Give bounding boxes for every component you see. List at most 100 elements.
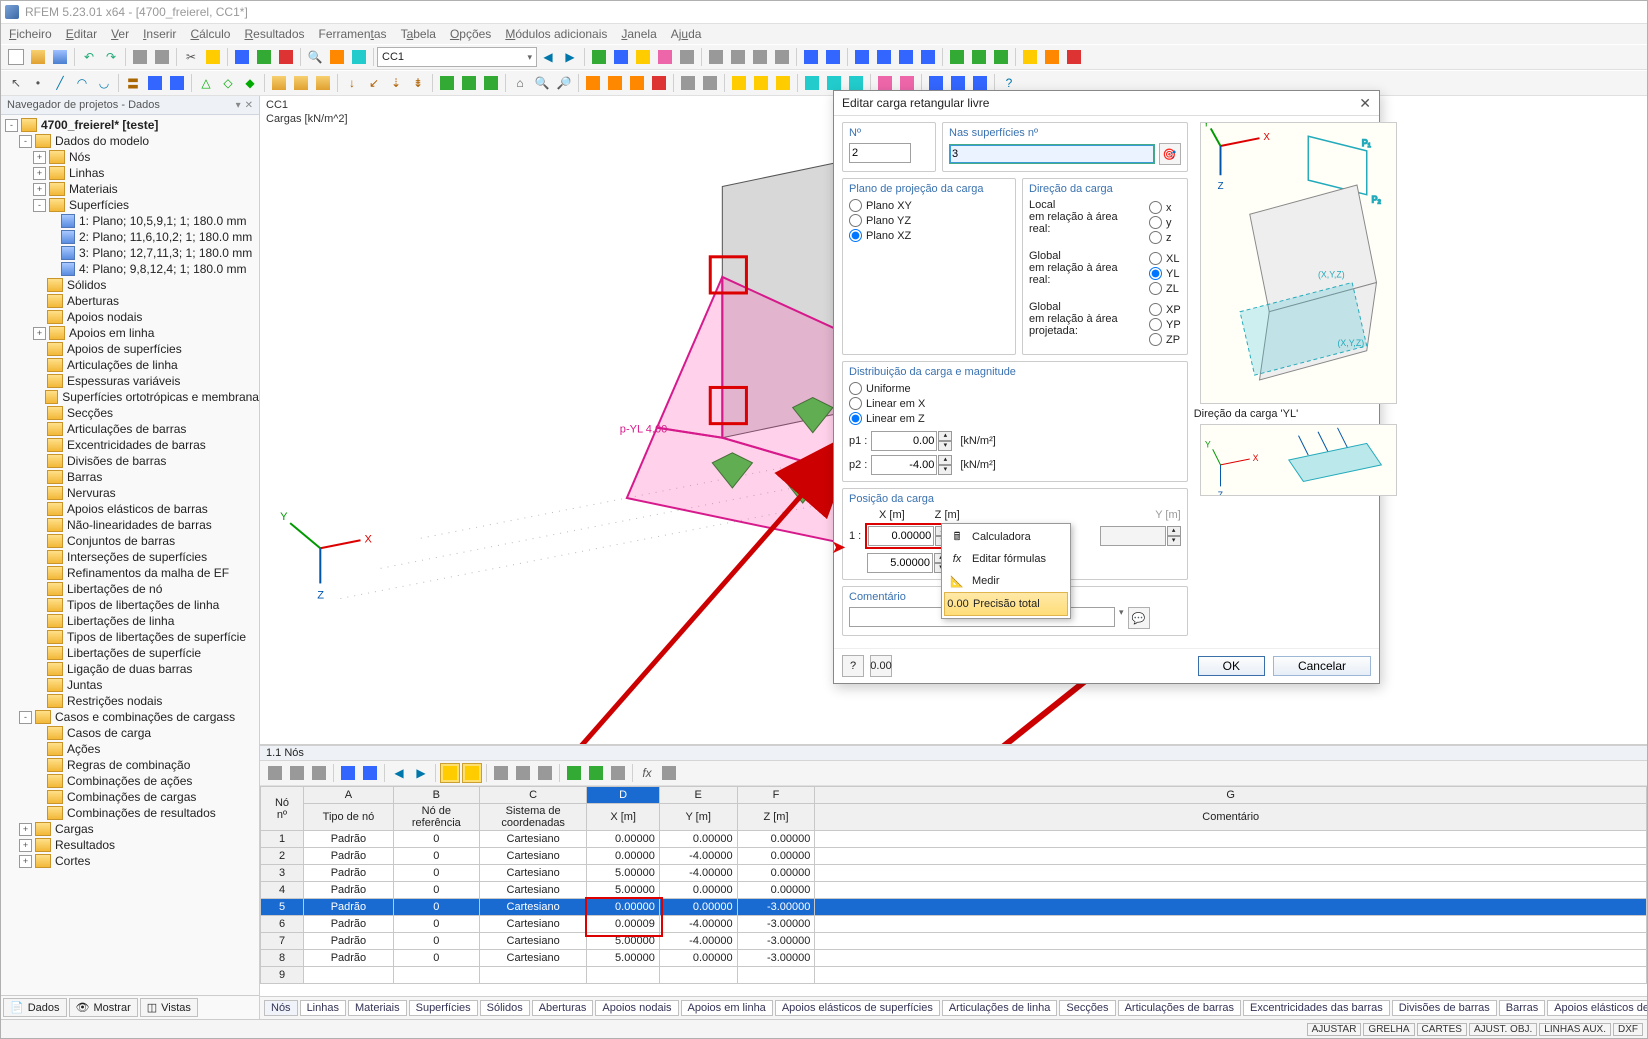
input-surfaces[interactable]	[949, 144, 1155, 164]
tree-model-data[interactable]: -Dados do modelo	[1, 133, 259, 149]
radio-plane-xz[interactable]: Plano XZ	[849, 229, 1009, 242]
tree-item[interactable]: 1: Plano; 10,5,9,1; 1; 180.0 mm	[1, 213, 259, 229]
tb2-grid2-icon[interactable]	[700, 73, 720, 93]
tree-item[interactable]: Combinações de cargas	[1, 789, 259, 805]
tb2-support-icon[interactable]: △	[196, 73, 216, 93]
bottom-tab[interactable]: Divisões de barras	[1392, 1000, 1497, 1016]
nav-tab-vistas[interactable]: ◫ Vistas	[140, 998, 198, 1017]
gt-11-icon[interactable]	[659, 763, 679, 783]
radio-plane-yz[interactable]: Plano YZ	[849, 214, 1009, 227]
tree-item[interactable]: Regras de combinação	[1, 757, 259, 773]
gt-8-icon[interactable]	[535, 763, 555, 783]
radio-dist-lx[interactable]: Linear em X	[849, 397, 1181, 410]
tb2-view4-icon[interactable]	[649, 73, 669, 93]
radio-dir-xp[interactable]: XP	[1149, 303, 1181, 316]
radio-plane-xy[interactable]: Plano XY	[849, 199, 1009, 212]
loadcase-combo[interactable]: CC1	[377, 47, 537, 67]
ctx-full-precision[interactable]: 0.00Precisão total	[944, 592, 1068, 616]
tree-item[interactable]: Combinações de resultados	[1, 805, 259, 821]
tb2-zoomout-icon[interactable]: 🔎	[554, 73, 574, 93]
tb2-arrow3-icon[interactable]: ⇣	[386, 73, 406, 93]
bottom-tab[interactable]: Articulações de barras	[1118, 1000, 1241, 1016]
tree-item[interactable]: Conjuntos de barras	[1, 533, 259, 549]
tb2-cursor-icon[interactable]: ↖	[6, 73, 26, 93]
gt-7-icon[interactable]	[513, 763, 533, 783]
radio-dir-xl[interactable]: XL	[1149, 252, 1179, 265]
tb2-misc1-icon[interactable]	[437, 73, 457, 93]
bottom-tab[interactable]: Materiais	[348, 1000, 407, 1016]
tb2-misc3-icon[interactable]	[481, 73, 501, 93]
tb-view13-icon[interactable]	[991, 47, 1011, 67]
tree-item[interactable]: Libertações de linha	[1, 613, 259, 629]
menu-modulos[interactable]: Módulos adicionais	[505, 27, 607, 41]
tree-item[interactable]: Articulações de linha	[1, 357, 259, 373]
table-row[interactable]: 3Padrão0Cartesiano5.00000-4.000000.00000	[261, 865, 1647, 882]
tb-results-icon[interactable]	[349, 47, 369, 67]
tb2-surf-icon[interactable]	[145, 73, 165, 93]
tb2-glue-icon[interactable]: ◆	[240, 73, 260, 93]
dlg-help-icon[interactable]: ?	[842, 655, 864, 677]
table-row[interactable]: 9	[261, 967, 1647, 984]
ctx-fx[interactable]: fxEditar fórmulas	[944, 548, 1068, 570]
tree-item[interactable]: Superfícies ortotrópicas e membrana	[1, 389, 259, 405]
table-row[interactable]: 2Padrão0Cartesiano0.00000-4.000000.00000	[261, 848, 1647, 865]
gt-2-icon[interactable]	[287, 763, 307, 783]
tb-view1-icon[interactable]	[706, 47, 726, 67]
menu-inserir[interactable]: Inserir	[143, 27, 176, 41]
menu-bar[interactable]: Ficheiro Editar Ver Inserir Cálculo Resu…	[1, 24, 1647, 44]
tb-view3-icon[interactable]	[750, 47, 770, 67]
tree-item[interactable]: +Cargas	[1, 821, 259, 837]
bottom-tab[interactable]: Apoios elásticos de barras	[1547, 1000, 1647, 1016]
nav-tab-dados[interactable]: 📄 Dados	[3, 998, 67, 1017]
tree-item[interactable]: Casos de carga	[1, 725, 259, 741]
tb2-grid1-icon[interactable]	[678, 73, 698, 93]
radio-dir-yl[interactable]: YL	[1149, 267, 1179, 280]
tb-ext2-icon[interactable]	[1042, 47, 1062, 67]
tb-prev-icon[interactable]: ◀	[538, 47, 558, 67]
tree-item[interactable]: Juntas	[1, 677, 259, 693]
tb-view7-icon[interactable]	[852, 47, 872, 67]
ok-button[interactable]: OK	[1198, 656, 1265, 676]
menu-opcoes[interactable]: Opções	[450, 27, 491, 41]
tree-item[interactable]: Tipos de libertações de linha	[1, 597, 259, 613]
tb2-zoomin-icon[interactable]: 🔍	[532, 73, 552, 93]
gt-4-icon[interactable]	[338, 763, 358, 783]
tree-item[interactable]: Articulações de barras	[1, 421, 259, 437]
tree-item[interactable]: Espessuras variáveis	[1, 373, 259, 389]
table-row[interactable]: 7Padrão0Cartesiano5.00000-4.00000-3.0000…	[261, 933, 1647, 950]
tb-misc1-icon[interactable]	[589, 47, 609, 67]
tb-ext1-icon[interactable]	[1020, 47, 1040, 67]
radio-dir-yp[interactable]: YP	[1149, 318, 1181, 331]
bottom-tab[interactable]: Secções	[1059, 1000, 1115, 1016]
status-cell[interactable]: AJUSTAR	[1307, 1023, 1362, 1036]
tb-misc5-icon[interactable]	[677, 47, 697, 67]
tb-open-icon[interactable]	[28, 47, 48, 67]
tree-item[interactable]: Refinamentos da malha de EF	[1, 565, 259, 581]
menu-ferramentas[interactable]: Ferramentas	[319, 27, 387, 41]
tb-pick-icon[interactable]	[254, 47, 274, 67]
bottom-tab[interactable]: Nós	[264, 1000, 298, 1016]
tb-view8-icon[interactable]	[874, 47, 894, 67]
gt-hl2-icon[interactable]	[462, 763, 482, 783]
input-pos-x2[interactable]	[867, 553, 933, 573]
tree-item[interactable]: Apoios elásticos de barras	[1, 501, 259, 517]
tb2-arrow2-icon[interactable]: ↙	[364, 73, 384, 93]
table-row[interactable]: 6Padrão0Cartesiano0.00009-4.00000-3.0000…	[261, 916, 1647, 933]
tb-locate-icon[interactable]	[232, 47, 252, 67]
tb2-view2-icon[interactable]	[605, 73, 625, 93]
input-p2[interactable]	[871, 455, 937, 475]
tree-item[interactable]: +Nós	[1, 149, 259, 165]
radio-dist-lz[interactable]: Linear em Z	[849, 412, 1181, 425]
tree-item[interactable]: Tipos de libertações de superfície	[1, 629, 259, 645]
menu-resultados[interactable]: Resultados	[244, 27, 304, 41]
tb2-solid-icon[interactable]	[167, 73, 187, 93]
tree-item[interactable]: Aberturas	[1, 293, 259, 309]
tb-view10-icon[interactable]	[918, 47, 938, 67]
bottom-tab[interactable]: Excentricidades das barras	[1243, 1000, 1390, 1016]
tree-item[interactable]: Secções	[1, 405, 259, 421]
gt-prev-icon[interactable]: ◀	[389, 763, 409, 783]
tb2-misc2-icon[interactable]	[459, 73, 479, 93]
bottom-tab[interactable]: Articulações de linha	[942, 1000, 1058, 1016]
nav-tab-mostrar[interactable]: 👁 Mostrar	[69, 998, 138, 1017]
table-row[interactable]: 5Padrão0Cartesiano0.000000.00000-3.00000	[261, 899, 1647, 916]
